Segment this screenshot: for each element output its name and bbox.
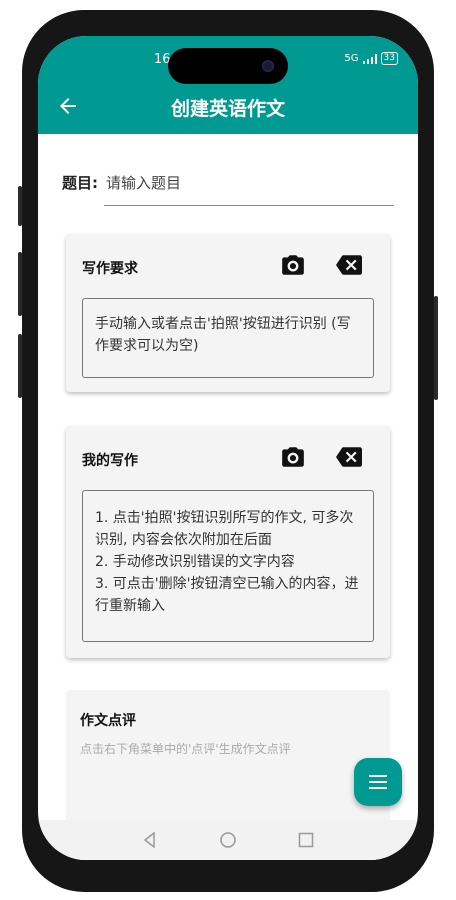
my-writing-card: 我的写作 1. 点击'拍照'按钮识别所写的作文, 可多次识别, 内容会依次附加在…: [66, 426, 390, 658]
nav-home-icon[interactable]: [218, 830, 238, 850]
phone-side-button: [18, 186, 22, 226]
review-title: 作文点评: [80, 713, 136, 729]
menu-icon-line: [369, 781, 387, 783]
phone-volume-down: [18, 334, 22, 398]
my-writing-title: 我的写作: [82, 453, 138, 469]
status-icons: 5G 33: [344, 52, 398, 65]
battery-icon: 33: [380, 52, 398, 65]
phone-screen: 16 5G 33 创建英语作文 题目: 写作要求 手动输入或者点击'拍照'按钮进…: [38, 36, 418, 860]
menu-icon-line: [369, 787, 387, 789]
topic-input[interactable]: [104, 166, 394, 206]
network-label: 5G: [344, 53, 359, 64]
backspace-icon[interactable]: [336, 444, 362, 470]
phone-power-button: [434, 296, 438, 400]
phone-volume-up: [18, 252, 22, 316]
front-camera-icon: [262, 60, 274, 72]
review-hint: 点击右下角菜单中的'点评'生成作文点评: [80, 742, 291, 756]
camera-icon[interactable]: [280, 444, 306, 470]
topic-label: 题目:: [62, 174, 98, 192]
camera-icon[interactable]: [280, 252, 306, 278]
status-bar: 16 5G 33: [38, 36, 418, 84]
requirements-title: 写作要求: [82, 261, 138, 277]
system-nav-bar: [38, 820, 418, 860]
menu-icon: [369, 775, 387, 777]
nav-back-icon[interactable]: [140, 830, 160, 850]
page-title: 创建英语作文: [170, 98, 285, 120]
backspace-icon[interactable]: [336, 252, 362, 278]
nav-recents-icon[interactable]: [296, 830, 316, 850]
app-bar: 创建英语作文: [38, 84, 418, 134]
signal-icon: [362, 53, 377, 64]
menu-fab-button[interactable]: [354, 758, 402, 806]
requirements-textarea[interactable]: 手动输入或者点击'拍照'按钮进行识别 (写作要求可以为空): [82, 298, 374, 378]
my-writing-textarea[interactable]: 1. 点击'拍照'按钮识别所写的作文, 可多次识别, 内容会依次附加在后面 2.…: [82, 490, 374, 642]
dynamic-island: [168, 48, 288, 84]
requirements-card: 写作要求 手动输入或者点击'拍照'按钮进行识别 (写作要求可以为空): [66, 234, 390, 392]
